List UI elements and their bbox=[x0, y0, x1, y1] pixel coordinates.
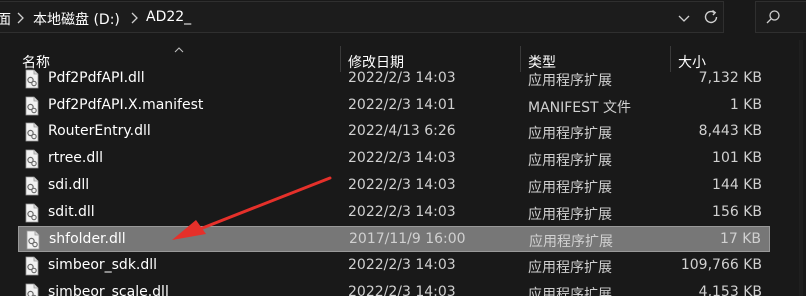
file-type: 应用程序扩展 bbox=[528, 179, 612, 196]
dll-file-icon bbox=[24, 203, 40, 223]
chevron-down-icon[interactable] bbox=[677, 11, 691, 25]
file-name: sdi.dll bbox=[48, 176, 90, 193]
address-bar[interactable]: 面 本地磁盘 (D:) AD22_ bbox=[0, 1, 724, 33]
dll-file-icon bbox=[25, 230, 41, 250]
refresh-icon[interactable] bbox=[700, 6, 722, 28]
breadcrumb-folder[interactable]: AD22_ bbox=[146, 9, 191, 25]
file-size: 1 KB bbox=[729, 96, 762, 113]
file-date: 2022/4/13 6:26 bbox=[348, 123, 456, 140]
scrollbar[interactable] bbox=[796, 40, 806, 296]
file-type: 应用程序扩展 bbox=[528, 206, 612, 223]
dll-file-icon bbox=[24, 176, 40, 196]
file-name: RouterEntry.dll bbox=[48, 123, 151, 140]
file-row[interactable]: Pdf2PdfAPI.dll 2022/2/3 14:03 应用程序扩展 7,132 … bbox=[18, 66, 770, 92]
file-size: 17 KB bbox=[719, 231, 761, 248]
search-icon[interactable] bbox=[765, 9, 781, 25]
file-size: 4,153 KB bbox=[698, 283, 762, 296]
file-date: 2022/2/3 14:03 bbox=[348, 70, 456, 86]
breadcrumb-separator-icon[interactable] bbox=[129, 11, 139, 25]
file-name: Pdf2PdfAPI.X.manifest bbox=[48, 96, 204, 113]
file-date: 2022/2/3 14:03 bbox=[348, 283, 456, 296]
file-row[interactable]: sdit.dll 2022/2/3 14:03 应用程序扩展 156 KB bbox=[18, 200, 770, 226]
file-row[interactable]: simbeor_scale.dll 2022/2/3 14:03 应用程序扩展 4,1… bbox=[18, 280, 770, 296]
file-date: 2022/2/3 14:03 bbox=[348, 150, 456, 167]
file-name: rtree.dll bbox=[48, 150, 104, 167]
file-name: simbeor_sdk.dll bbox=[48, 256, 158, 273]
dll-file-icon bbox=[24, 96, 40, 116]
file-row[interactable]: shfolder.dll 2017/11/9 16:00 应用程序扩展 17 KB bbox=[18, 226, 770, 253]
file-date: 2022/2/3 14:03 bbox=[348, 176, 456, 193]
file-name: sdit.dll bbox=[48, 203, 95, 220]
file-type: 应用程序扩展 bbox=[528, 126, 612, 143]
file-date: 2022/2/3 14:03 bbox=[348, 203, 456, 220]
file-row[interactable]: sdi.dll 2022/2/3 14:03 应用程序扩展 144 KB bbox=[18, 173, 770, 199]
file-type: 应用程序扩展 bbox=[528, 259, 612, 276]
search-input[interactable] bbox=[755, 1, 806, 33]
file-type: 应用程序扩展 bbox=[528, 73, 612, 89]
dll-file-icon bbox=[24, 149, 40, 169]
file-size: 144 KB bbox=[712, 176, 762, 193]
file-date: 2022/2/3 14:01 bbox=[348, 96, 456, 113]
file-row[interactable]: Pdf2PdfAPI.X.manifest 2022/2/3 14:01 MANIF… bbox=[18, 93, 770, 119]
file-row[interactable]: rtree.dll 2022/2/3 14:03 应用程序扩展 101 KB bbox=[18, 146, 770, 172]
file-size: 7,132 KB bbox=[698, 70, 762, 86]
dll-file-icon bbox=[24, 256, 40, 276]
sort-ascending-icon bbox=[174, 42, 184, 53]
file-type: MANIFEST 文件 bbox=[528, 99, 632, 116]
file-name: Pdf2PdfAPI.dll bbox=[48, 70, 145, 86]
file-type: 应用程序扩展 bbox=[528, 286, 612, 296]
breadcrumb-separator-icon[interactable] bbox=[15, 11, 25, 25]
file-date: 2017/11/9 16:00 bbox=[349, 231, 466, 248]
breadcrumb-drive[interactable]: 本地磁盘 (D:) bbox=[33, 9, 120, 29]
dll-file-icon bbox=[24, 69, 40, 89]
file-size: 156 KB bbox=[712, 203, 762, 220]
address-toolbar: 面 本地磁盘 (D:) AD22_ bbox=[0, 0, 806, 36]
file-name: shfolder.dll bbox=[49, 231, 126, 248]
file-size: 109,766 KB bbox=[680, 256, 762, 273]
file-name: simbeor_scale.dll bbox=[48, 283, 169, 296]
file-date: 2022/2/3 14:03 bbox=[348, 256, 456, 273]
file-size: 8,443 KB bbox=[698, 123, 762, 140]
dll-file-icon bbox=[24, 122, 40, 142]
file-size: 101 KB bbox=[712, 150, 762, 167]
file-type: 应用程序扩展 bbox=[528, 153, 612, 170]
file-explorer: 面 本地磁盘 (D:) AD22_ 名称 修改日期 类型 大小 Pdf2PdfA… bbox=[0, 0, 806, 296]
file-row[interactable]: simbeor_sdk.dll 2022/2/3 14:03 应用程序扩展 109,7… bbox=[18, 253, 770, 279]
breadcrumb-partial[interactable]: 面 bbox=[0, 9, 11, 29]
dll-file-icon bbox=[24, 283, 40, 296]
file-row[interactable]: RouterEntry.dll 2022/4/13 6:26 应用程序扩展 8,443… bbox=[18, 119, 770, 145]
file-type: 应用程序扩展 bbox=[529, 234, 613, 251]
